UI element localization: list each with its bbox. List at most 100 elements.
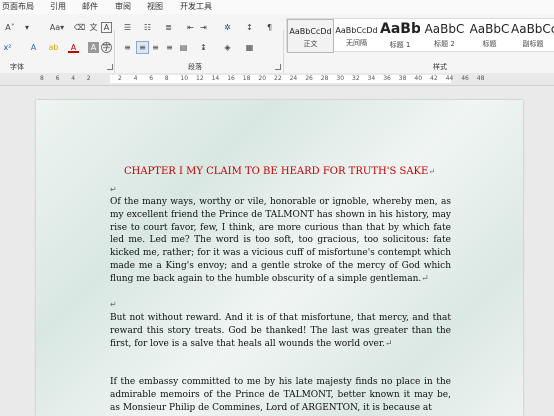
ruler-tick: 28 <box>320 75 329 82</box>
align-left-icon[interactable]: ≡ <box>122 42 133 53</box>
numbering-icon[interactable]: ☷ <box>142 22 153 33</box>
ruler-tick: 46 <box>461 75 469 82</box>
ruler-tick: 36 <box>383 75 391 82</box>
ruler-tick: 2 <box>118 75 122 82</box>
bullets-icon[interactable]: ☰ <box>122 22 133 33</box>
paragraph-text: Of the many ways, worthy or vile, honora… <box>110 197 451 284</box>
paragraph-text: But not without reward. And it is of tha… <box>110 313 451 349</box>
ruler-tick: 4 <box>133 75 138 82</box>
ruler-tick: 14 <box>211 75 220 82</box>
ruler-tick: 44 <box>445 75 454 82</box>
ruler-tick: 6 <box>55 75 60 82</box>
style-name: 标题 <box>482 40 497 48</box>
ruler-tick: 4 <box>71 75 76 82</box>
style-sample: AaBbC <box>424 22 465 36</box>
chapter-heading[interactable]: CHAPTER I MY CLAIM TO BE HEARD FOR TRUTH… <box>36 166 523 177</box>
distribute-icon[interactable]: ▤ <box>178 42 189 53</box>
group-label-paragraph: 段落 <box>188 63 202 71</box>
style-heading-1[interactable]: AaBb 标题 1 <box>380 19 420 51</box>
align-right-icon[interactable]: ≡ <box>150 42 161 53</box>
ruler-tick: 8 <box>40 75 44 82</box>
ruler-tick: 20 <box>258 75 267 82</box>
dropdown-icon[interactable]: ▾ <box>22 22 32 33</box>
paragraph-mark: ↵ <box>428 167 436 176</box>
style-sample: AaBbCc <box>511 22 554 36</box>
ruler-tick: 24 <box>289 75 298 82</box>
enclose-char-icon[interactable]: 字 <box>101 42 112 53</box>
group-label-font: 字体 <box>10 63 24 71</box>
style-subtitle[interactable]: AaBbCc 副标题 <box>511 19 554 51</box>
ruler-tick: 8 <box>164 75 169 82</box>
style-name: 副标题 <box>522 40 544 48</box>
decrease-indent-icon[interactable]: ⇤ <box>185 22 196 33</box>
style-name: 无间隔 <box>346 39 367 47</box>
shrink-font-icon[interactable]: A˅ <box>2 22 18 33</box>
sort-icon[interactable]: ↕ <box>244 22 255 33</box>
paragraph-dialog-launcher-icon[interactable] <box>275 64 281 70</box>
font-color-icon[interactable]: A <box>68 42 79 53</box>
ribbon-tabs: 页面布局 引用 邮件 审阅 视图 开发工具 <box>0 0 554 14</box>
ruler-tick: 42 <box>430 75 438 82</box>
ruler-tick: 32 <box>352 75 360 82</box>
show-marks-icon[interactable]: ¶ <box>264 22 275 33</box>
style-sample: AaBbCcDd <box>289 27 332 36</box>
tab-mailings[interactable]: 邮件 <box>82 1 98 12</box>
justify-icon[interactable]: ≡ <box>164 42 175 53</box>
group-label-styles: 样式 <box>433 63 447 71</box>
ruler-tick: 48 <box>476 75 485 82</box>
tab-page-layout[interactable]: 页面布局 <box>2 1 34 12</box>
style-normal[interactable]: AaBbCcDd 正文 <box>287 19 334 53</box>
paragraph-mark: ↵ <box>385 338 393 349</box>
align-center-icon[interactable]: ≡ <box>136 41 149 54</box>
tab-references[interactable]: 引用 <box>50 1 66 12</box>
ruler-tick: 30 <box>336 75 345 82</box>
char-shading-icon[interactable]: A <box>88 42 99 53</box>
borders-icon[interactable]: ▦ <box>244 42 255 53</box>
body-paragraph[interactable]: If the embassy committed to me by his la… <box>110 376 451 414</box>
chapter-heading-text: CHAPTER I MY CLAIM TO BE HEARD FOR TRUTH… <box>123 166 429 177</box>
ruler-tick: 22 <box>274 75 282 82</box>
ribbon: 页面布局 引用 邮件 审阅 视图 开发工具 A˅ ▾ Aa▾ ⌫ 文 A x² … <box>0 0 554 82</box>
horizontal-ruler[interactable]: 8 6 4 2 2 4 6 8 10 12 14 16 18 20 22 24 26 28 30 32 34 36 38 40… <box>0 73 554 86</box>
multilevel-list-icon[interactable]: ≣ <box>163 22 174 33</box>
change-case-icon[interactable]: Aa▾ <box>48 22 66 33</box>
char-border-icon[interactable]: A <box>101 22 112 33</box>
style-sample: AaBb <box>380 21 420 37</box>
line-spacing-icon[interactable]: ↨ <box>198 42 209 53</box>
style-sample: AaBbC <box>469 22 510 36</box>
body-paragraph[interactable]: But not without reward. And it is of tha… <box>110 312 451 350</box>
ruler-tick: 34 <box>367 75 376 82</box>
ruler-tick: 6 <box>149 75 154 82</box>
style-heading-2[interactable]: AaBbC 标题 2 <box>422 19 467 51</box>
clear-format-icon[interactable]: ⌫ <box>74 22 85 33</box>
ruler-tick: 38 <box>398 75 407 82</box>
tab-view[interactable]: 视图 <box>147 1 163 12</box>
paragraph-mark: ↵ <box>421 273 429 284</box>
style-name: 标题 2 <box>434 40 455 48</box>
styles-gallery: AaBbCcDd 正文 AaBbCcDd 无间隔 AaBb 标题 1 AaBbC… <box>286 18 554 53</box>
tab-review[interactable]: 审阅 <box>115 1 131 12</box>
style-no-spacing[interactable]: AaBbCcDd 无间隔 <box>334 19 379 51</box>
body-paragraph[interactable]: Of the many ways, worthy or vile, honora… <box>110 196 451 286</box>
font-dialog-launcher-icon[interactable] <box>107 64 113 70</box>
chinese-layout-icon[interactable]: ✲ <box>222 22 233 33</box>
paragraph-mark: ↵ <box>110 300 117 309</box>
style-sample: AaBbCcDd <box>335 26 378 35</box>
style-title[interactable]: AaBbC 标题 <box>467 19 512 51</box>
ruler-tick: 2 <box>86 75 91 82</box>
style-name: 标题 1 <box>389 41 411 49</box>
subscript-icon[interactable]: x² <box>2 42 13 53</box>
text-effects-icon[interactable]: A <box>28 42 39 53</box>
style-name: 正文 <box>303 40 318 48</box>
ruler-tick: 18 <box>242 75 251 82</box>
ruler-tick: 40 <box>414 75 423 82</box>
increase-indent-icon[interactable]: ⇥ <box>198 22 209 33</box>
highlight-icon[interactable]: ab <box>48 42 59 53</box>
tab-developer[interactable]: 开发工具 <box>180 1 212 12</box>
paragraph-text: If the embassy committed to me by his la… <box>110 377 451 413</box>
ruler-tick: 26 <box>305 75 313 82</box>
ruler-tick: 10 <box>180 75 189 82</box>
phonetic-icon[interactable]: 文 <box>88 22 99 33</box>
shading-icon[interactable]: ◈ <box>222 42 233 53</box>
paragraph-mark: ↵ <box>110 185 117 194</box>
